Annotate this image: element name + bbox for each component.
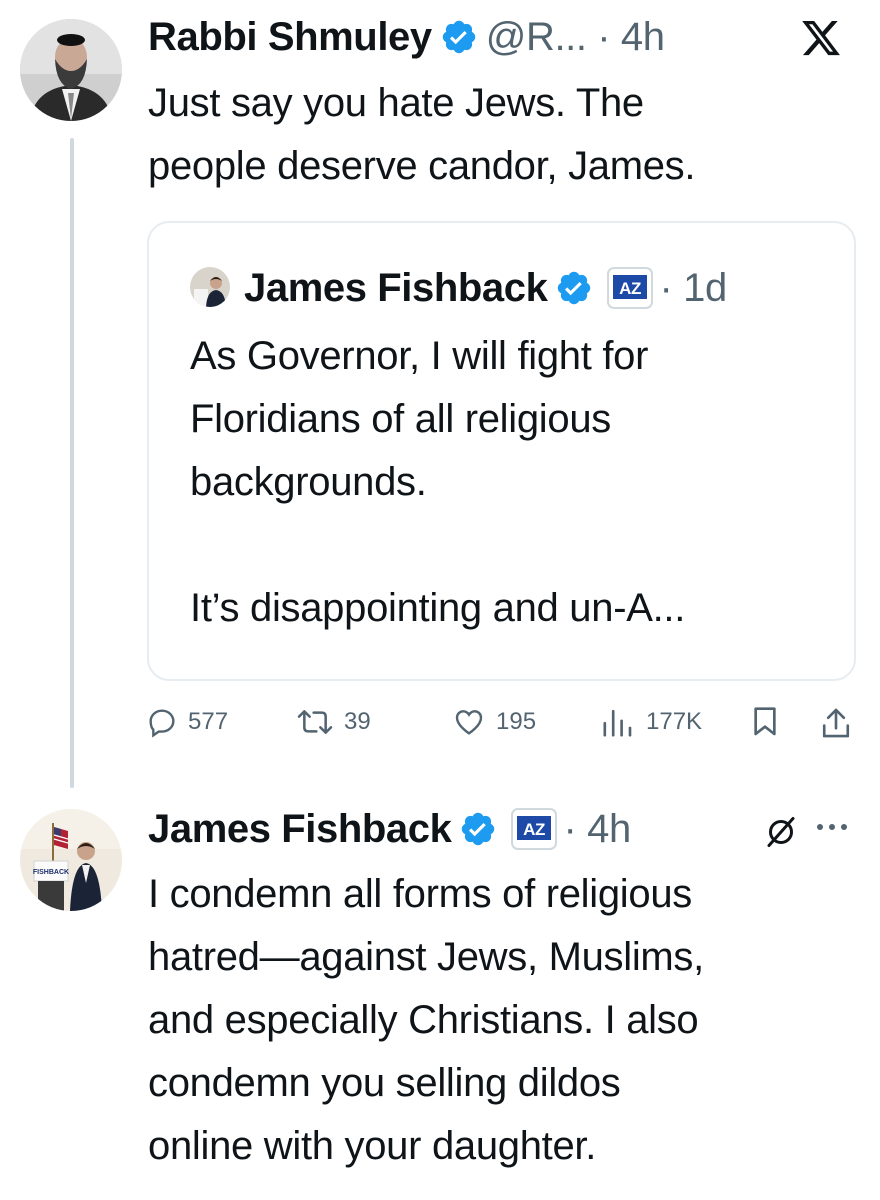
tweet1-text: Just say you hate Jews. The people deser… — [148, 81, 696, 188]
author-name[interactable]: James Fishback — [148, 805, 452, 853]
grok-icon[interactable] — [762, 814, 800, 855]
affiliate-badge-icon[interactable]: AZ — [511, 808, 558, 850]
repost-button[interactable]: 39 — [296, 706, 371, 738]
reply-count: 577 — [188, 708, 229, 735]
verified-badge-icon — [459, 810, 497, 848]
az-badge-text: AZ — [524, 820, 546, 839]
x-logo-icon — [800, 17, 842, 59]
reply-icon — [149, 709, 175, 738]
tweet1-action-bar: 577 39 195 177K — [146, 706, 866, 756]
quote-header: James Fishback AZ · 1d — [244, 264, 727, 312]
avatar-rabbi-shmuley[interactable] — [20, 19, 122, 121]
bookmark-icon — [754, 707, 776, 736]
az-badge-text: AZ — [620, 279, 642, 298]
tweet2-time[interactable]: · 4h — [563, 805, 631, 853]
reply-button[interactable]: 577 — [146, 706, 228, 738]
views-button[interactable]: 177K — [600, 706, 702, 738]
repost-count: 39 — [344, 708, 371, 735]
verified-badge-icon — [440, 18, 478, 56]
share-icon — [822, 708, 850, 738]
like-count: 195 — [496, 708, 537, 735]
like-button[interactable]: 195 — [452, 706, 536, 738]
handle-and-time[interactable]: @R... · 4h — [486, 13, 665, 61]
bookmark-button[interactable] — [750, 706, 780, 738]
avatar-james-fishback[interactable]: FISHBACK — [20, 809, 122, 911]
more-options-icon[interactable] — [812, 812, 852, 847]
affiliate-badge-icon[interactable]: AZ — [607, 267, 654, 309]
verified-badge-icon — [555, 269, 593, 307]
quote-time[interactable]: · 1d — [659, 264, 727, 312]
author-name[interactable]: Rabbi Shmuley — [148, 13, 432, 61]
share-button[interactable] — [820, 706, 852, 740]
tweet1-header: Rabbi Shmuley @R... · 4h — [148, 13, 665, 61]
tweet2-header: James Fishback AZ · 4h — [148, 805, 631, 853]
tweet2-text: I condemn all forms of religious hatred—… — [148, 872, 704, 1168]
views-count: 177K — [646, 708, 703, 735]
quote-text: As Governor, I will fight for Floridians… — [190, 334, 686, 630]
thread-line — [70, 138, 74, 788]
heart-icon — [455, 710, 483, 735]
quote-author-name[interactable]: James Fishback — [244, 264, 548, 312]
repost-icon — [297, 710, 333, 734]
quote-author-avatar — [190, 267, 230, 307]
podium-sign-text: FISHBACK — [33, 869, 69, 876]
views-icon — [603, 709, 632, 737]
